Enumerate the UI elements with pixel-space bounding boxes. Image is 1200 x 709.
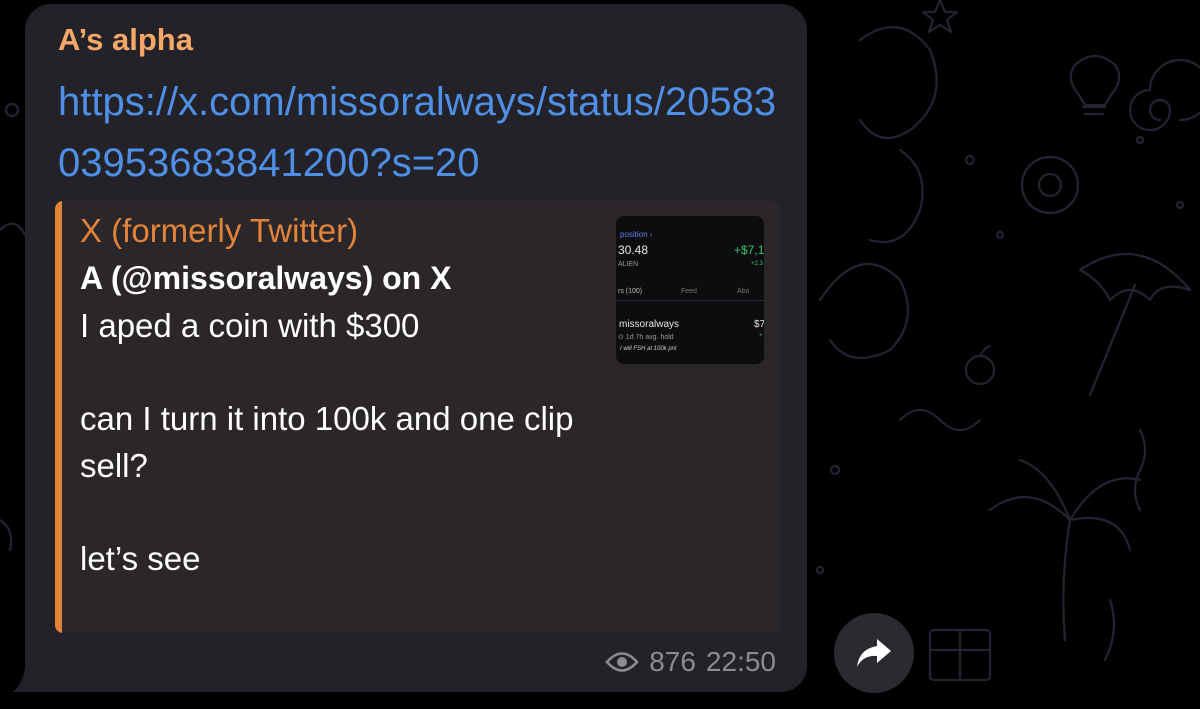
preview-thumbnail[interactable]: position › 30.48 +$7,1 ALIEN +2.3 rs (10…	[616, 216, 764, 364]
thumb-note: I will FSH at 100k pnl	[620, 346, 677, 352]
thumb-pnl: +$7,1	[734, 243, 764, 257]
thumb-user-change: +	[759, 333, 763, 339]
thumb-username: missoralways	[619, 319, 680, 330]
thumb-position-label: position ›	[620, 230, 653, 239]
thumb-user-stat: ⊙ 1d 7h avg. hold	[618, 334, 674, 341]
thumb-tab-feed: Feed	[681, 288, 697, 295]
thumb-pnl-small: +2.3	[751, 261, 763, 267]
thumb-user-value: $7	[754, 319, 764, 330]
thumb-token: ALIEN	[618, 261, 639, 268]
preview-description: I aped a coin with $300 can I turn it in…	[80, 307, 574, 633]
preview-title: A (@missoralways) on X	[80, 260, 452, 296]
share-arrow-icon	[857, 639, 891, 667]
thumb-divider	[616, 300, 764, 301]
eye-icon	[605, 652, 639, 672]
preview-accent-bar	[55, 201, 62, 633]
thumb-tab-holders: rs (100)	[618, 288, 643, 295]
preview-site-name: X (formerly Twitter)	[80, 212, 359, 249]
thumb-tab-about: Abo	[737, 288, 750, 295]
link-preview[interactable]: X (formerly Twitter) A (@missoralways) o…	[55, 201, 780, 633]
view-count: 876	[649, 646, 696, 677]
thumb-value: 30.48	[618, 243, 649, 257]
message-link[interactable]: https://x.com/missoralways/status/205830…	[58, 72, 788, 194]
share-button[interactable]	[834, 613, 914, 693]
channel-name[interactable]: A’s alpha	[58, 20, 193, 60]
message-time: 22:50	[705, 646, 776, 677]
message-meta: 876 22:50	[605, 644, 776, 680]
